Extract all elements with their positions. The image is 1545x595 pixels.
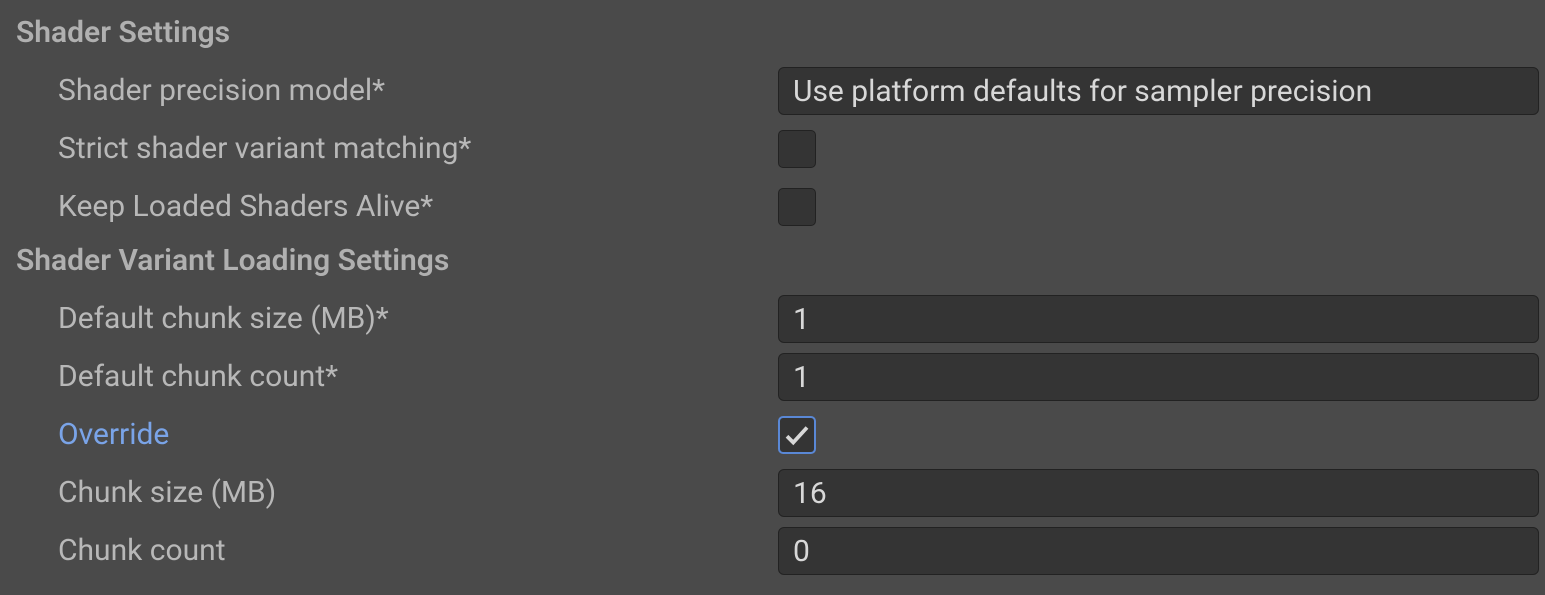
input-default-chunk-size[interactable]: 1 <box>778 295 1539 343</box>
label-keep-loaded-shaders-alive: Keep Loaded Shaders Alive* <box>0 186 778 228</box>
row-keep-loaded-shaders-alive: Keep Loaded Shaders Alive* <box>0 178 1545 236</box>
label-chunk-size: Chunk size (MB) <box>0 472 778 514</box>
dropdown-shader-precision-model[interactable]: Use platform defaults for sampler precis… <box>778 67 1539 115</box>
label-override: Override <box>0 414 778 456</box>
section-header-shader-settings: Shader Settings <box>0 8 1545 62</box>
label-default-chunk-count: Default chunk count* <box>0 356 778 398</box>
input-default-chunk-count[interactable]: 1 <box>778 353 1539 401</box>
label-shader-precision-model: Shader precision model* <box>0 70 778 112</box>
input-chunk-count[interactable]: 0 <box>778 527 1539 575</box>
label-strict-shader-variant-matching: Strict shader variant matching* <box>0 128 778 170</box>
checkmark-icon <box>782 420 812 450</box>
checkbox-strict-shader-variant-matching[interactable] <box>778 130 816 168</box>
row-shader-precision-model: Shader precision model* Use platform def… <box>0 62 1545 120</box>
row-chunk-size: Chunk size (MB) 16 <box>0 464 1545 522</box>
input-chunk-size[interactable]: 16 <box>778 469 1539 517</box>
row-default-chunk-count: Default chunk count* 1 <box>0 348 1545 406</box>
row-chunk-count: Chunk count 0 <box>0 522 1545 580</box>
checkbox-keep-loaded-shaders-alive[interactable] <box>778 188 816 226</box>
row-strict-shader-variant-matching: Strict shader variant matching* <box>0 120 1545 178</box>
section-header-shader-variant-loading: Shader Variant Loading Settings <box>0 236 1545 290</box>
label-default-chunk-size: Default chunk size (MB)* <box>0 298 778 340</box>
label-chunk-count: Chunk count <box>0 530 778 572</box>
checkbox-override[interactable] <box>778 416 816 454</box>
row-override: Override <box>0 406 1545 464</box>
row-default-chunk-size: Default chunk size (MB)* 1 <box>0 290 1545 348</box>
